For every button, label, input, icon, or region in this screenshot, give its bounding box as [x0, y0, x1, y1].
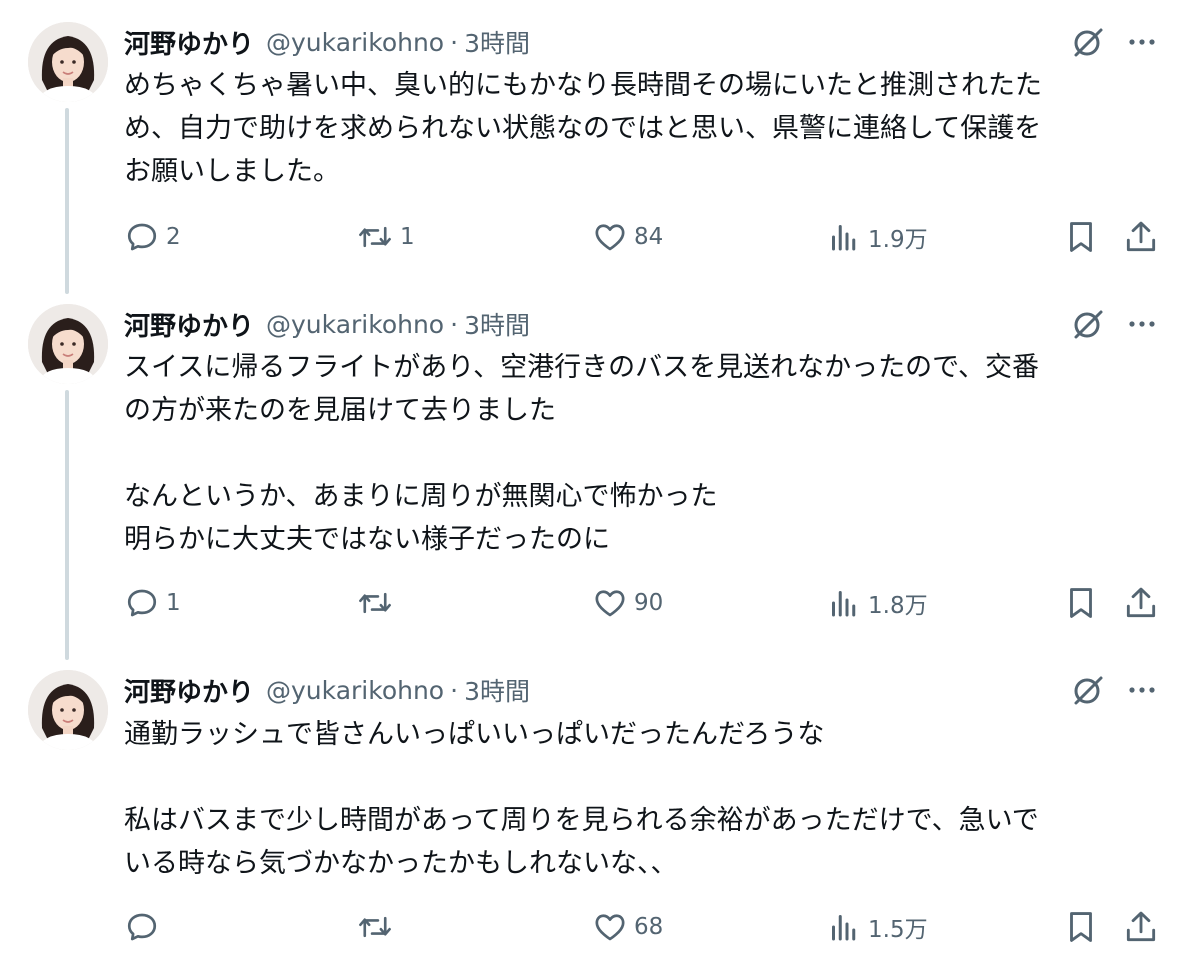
timestamp[interactable]: 3時間 [464, 24, 530, 60]
like-button[interactable]: 84 [592, 217, 663, 257]
bookmark-icon [1070, 912, 1092, 942]
author-handle[interactable]: @yukarikohno [266, 310, 444, 339]
ellipsis-icon [1129, 687, 1155, 693]
retweet-arrows-icon [359, 226, 391, 248]
avatar-image [28, 670, 108, 750]
speech-bubble-icon [127, 223, 157, 251]
heart-icon [595, 914, 625, 941]
avatar[interactable] [28, 304, 108, 384]
thread-line [65, 390, 69, 660]
avatar[interactable] [28, 22, 108, 102]
reply-count: 1 [166, 590, 181, 616]
retweet-arrows-icon [359, 916, 391, 938]
reply-count: 2 [166, 224, 181, 250]
heart-icon [595, 224, 625, 251]
avatar[interactable] [28, 670, 108, 750]
views-button[interactable]: 1.5万 [826, 907, 928, 947]
more-button[interactable] [1122, 670, 1162, 710]
like-count: 90 [634, 590, 664, 616]
retweet-arrows-icon [359, 592, 391, 614]
share-button[interactable] [1122, 907, 1162, 947]
reply-button[interactable]: 2 [124, 217, 181, 257]
like-button[interactable]: 68 [592, 907, 663, 947]
reply-button[interactable] [124, 907, 166, 947]
bar-chart-icon [832, 591, 856, 617]
grok-button[interactable] [1068, 304, 1108, 344]
ellipsis-icon [1129, 39, 1155, 45]
timestamp[interactable]: 3時間 [464, 672, 530, 708]
thread-line [65, 108, 69, 294]
tweet-text: めちゃくちゃ暑い中、臭い的にもかなり長時間その場にいたと推測されたた め、自力で… [124, 70, 1042, 187]
tweet-text: スイスに帰るフライトがあり、空港行きのバスを見送れなかったので、交番 の方が来た… [124, 352, 1040, 555]
speech-bubble-icon [127, 913, 157, 941]
tweet-header: 河野ゆかり @yukarikohno · 3時間 [124, 672, 530, 708]
like-count: 84 [634, 224, 664, 250]
bookmark-button[interactable] [1062, 583, 1102, 623]
retweet-button[interactable]: 1 [356, 217, 415, 257]
more-button[interactable] [1122, 22, 1162, 62]
avatar-image [28, 22, 108, 102]
share-button[interactable] [1122, 217, 1162, 257]
share-upload-icon [1126, 587, 1156, 618]
like-count: 68 [634, 914, 664, 940]
retweet-button[interactable] [356, 907, 400, 947]
views-count: 1.9万 [868, 227, 928, 253]
views-button[interactable]: 1.8万 [826, 583, 928, 623]
author-name[interactable]: 河野ゆかり [124, 306, 254, 343]
views-button[interactable]: 1.9万 [826, 217, 928, 257]
reply-button[interactable]: 1 [124, 583, 181, 623]
views-count: 1.8万 [868, 593, 928, 619]
author-handle[interactable]: @yukarikohno [266, 28, 444, 57]
speech-bubble-icon [127, 589, 157, 617]
separator: · [450, 27, 459, 57]
tweet-header: 河野ゆかり @yukarikohno · 3時間 [124, 306, 530, 342]
ellipsis-icon [1129, 321, 1155, 327]
timestamp[interactable]: 3時間 [464, 306, 530, 342]
retweet-count: 1 [400, 224, 415, 250]
heart-icon [595, 590, 625, 617]
grok-button[interactable] [1068, 22, 1108, 62]
more-button[interactable] [1122, 304, 1162, 344]
bookmark-icon [1070, 222, 1092, 252]
tweet-header: 河野ゆかり @yukarikohno · 3時間 [124, 24, 530, 60]
author-name[interactable]: 河野ゆかり [124, 672, 254, 709]
grok-slash-icon [1074, 310, 1103, 339]
bookmark-icon [1070, 588, 1092, 618]
share-button[interactable] [1122, 583, 1162, 623]
grok-slash-icon [1074, 676, 1103, 705]
bookmark-button[interactable] [1062, 217, 1102, 257]
bookmark-button[interactable] [1062, 907, 1102, 947]
views-count: 1.5万 [868, 917, 928, 943]
grok-slash-icon [1074, 28, 1103, 57]
separator: · [450, 675, 459, 705]
author-handle[interactable]: @yukarikohno [266, 676, 444, 705]
like-button[interactable]: 90 [592, 583, 663, 623]
tweet-text: 通勤ラッシュで皆さんいっぱいいっぱいだったんだろうな 私はバスまで少し時間があっ… [124, 719, 1039, 879]
separator: · [450, 309, 459, 339]
avatar-image [28, 304, 108, 384]
bar-chart-icon [832, 915, 856, 941]
grok-button[interactable] [1068, 670, 1108, 710]
author-name[interactable]: 河野ゆかり [124, 24, 254, 61]
bar-chart-icon [832, 225, 856, 251]
share-upload-icon [1126, 221, 1156, 252]
share-upload-icon [1126, 911, 1156, 942]
retweet-button[interactable] [356, 583, 400, 623]
